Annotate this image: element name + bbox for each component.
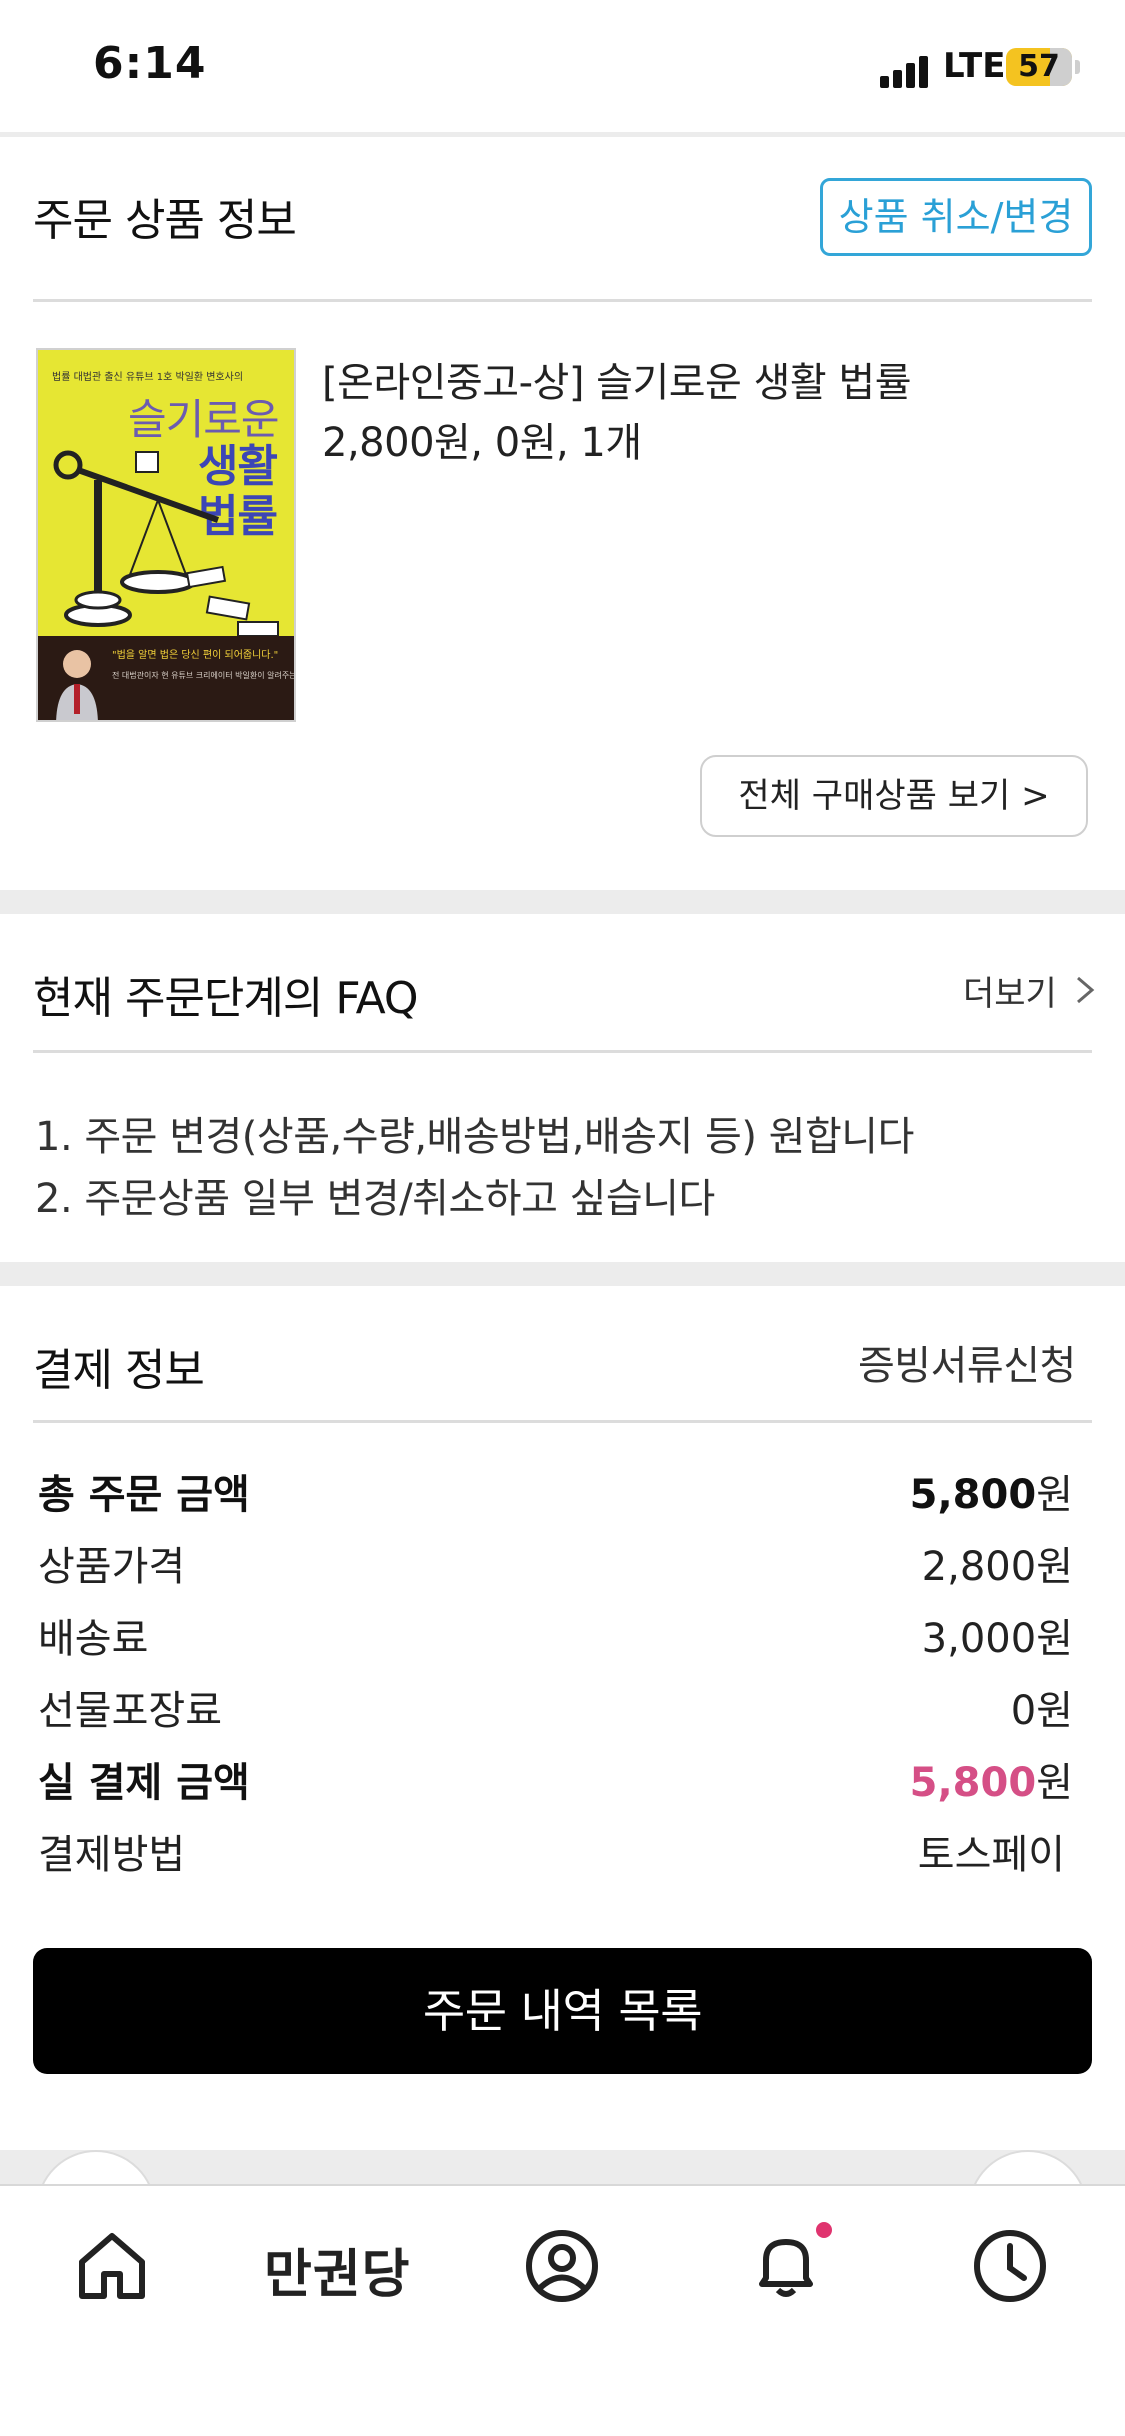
cover-quote: "법을 알면 법은 당신 편이 되어줍니다." xyxy=(112,650,279,661)
profile-icon[interactable] xyxy=(522,2226,602,2306)
product-thumbnail[interactable]: 법률 대법관 출신 유튜브 1호 박일환 변호사의 슬기로운 생활 법률 "법을… xyxy=(36,348,296,722)
floating-button-left[interactable] xyxy=(36,2150,156,2186)
cover-subtitle: 전 대법관이자 현 유튜브 크리에이터 박일환이 알려주는 생활 밀착형 법률 … xyxy=(112,671,296,680)
section-divider xyxy=(33,1420,1092,1423)
gift-wrap-fee-value: 0원 xyxy=(1010,1688,1073,1734)
faq-item[interactable]: 1. 주문 변경(상품,수량,배송방법,배송지 등) 원합니다 xyxy=(35,1104,914,1162)
floating-button-right[interactable] xyxy=(968,2150,1088,2186)
author-photo xyxy=(56,650,98,720)
view-all-products-button[interactable]: 전체 구매상품 보기 > xyxy=(700,755,1088,837)
order-history-button[interactable]: 주문 내역 목록 xyxy=(33,1948,1092,2074)
brand-logo-text[interactable]: 만권당 xyxy=(264,2232,411,2307)
section-gap xyxy=(0,890,1125,914)
battery-level: 57 xyxy=(1018,49,1060,84)
network-type: LTE xyxy=(943,46,1006,86)
status-bar: 6:14 LTE 57 xyxy=(0,0,1125,134)
faq-more-link[interactable]: 더보기 xyxy=(963,966,1057,1015)
section-divider xyxy=(33,299,1092,302)
product-price-value: 2,800원 xyxy=(921,1544,1073,1590)
cover-bottom-band: "법을 알면 법은 당신 편이 되어줍니다." 전 대법관이자 현 유튜브 크리… xyxy=(38,636,296,720)
faq-title: 현재 주문단계의 FAQ xyxy=(33,973,419,1024)
battery-icon: 57 xyxy=(1006,48,1072,86)
product-price-label: 상품가격 xyxy=(38,1544,186,1590)
scale-illustration xyxy=(53,450,279,637)
faq-item[interactable]: 2. 주문상품 일부 변경/취소하고 싶습니다 xyxy=(35,1166,715,1224)
actual-payment-value: 5,800원 xyxy=(909,1760,1073,1806)
shipping-fee-label: 배송료 xyxy=(38,1616,149,1662)
payment-method-value: 토스페이 xyxy=(917,1832,1065,1878)
payment-method-label: 결제방법 xyxy=(38,1832,186,1878)
signal-icon xyxy=(880,54,932,88)
notification-dot xyxy=(816,2222,832,2238)
cancel-change-button[interactable]: 상품 취소/변경 xyxy=(820,178,1092,256)
bottom-gap xyxy=(0,2150,1125,2186)
chevron-right-icon[interactable] xyxy=(1070,970,1100,1010)
actual-payment-label: 실 결제 금액 xyxy=(38,1760,250,1806)
total-order-amount-value: 5,800원 xyxy=(909,1472,1073,1518)
payment-title: 결제 정보 xyxy=(33,1345,205,1396)
cover-top-line: 법률 대법관 출신 유튜브 1호 박일환 변호사의 xyxy=(52,372,244,383)
bell-icon[interactable] xyxy=(746,2226,826,2306)
bottom-nav: 만권당 xyxy=(0,2184,1125,2436)
home-icon[interactable] xyxy=(72,2226,152,2306)
header-divider xyxy=(0,132,1125,137)
status-time: 6:14 xyxy=(93,38,207,89)
product-name[interactable]: [온라인중고-상] 슬기로운 생활 법률 xyxy=(322,350,912,408)
product-price-line: 2,800원, 0원, 1개 xyxy=(322,420,642,466)
order-product-title: 주문 상품 정보 xyxy=(33,195,297,246)
order-detail-screen: 6:14 LTE 57 주문 상품 정보 상품 취소/변경 법률 대법관 출신 … xyxy=(0,0,1125,2436)
clock-icon[interactable] xyxy=(970,2226,1050,2306)
total-order-amount-label: 총 주문 금액 xyxy=(38,1472,250,1518)
battery-nub xyxy=(1075,60,1080,74)
shipping-fee-value: 3,000원 xyxy=(921,1616,1073,1662)
section-divider xyxy=(33,1050,1092,1053)
gift-wrap-fee-label: 선물포장료 xyxy=(38,1688,222,1734)
section-gap xyxy=(0,1262,1125,1286)
receipt-request-link[interactable]: 증빙서류신청 xyxy=(858,1333,1076,1391)
